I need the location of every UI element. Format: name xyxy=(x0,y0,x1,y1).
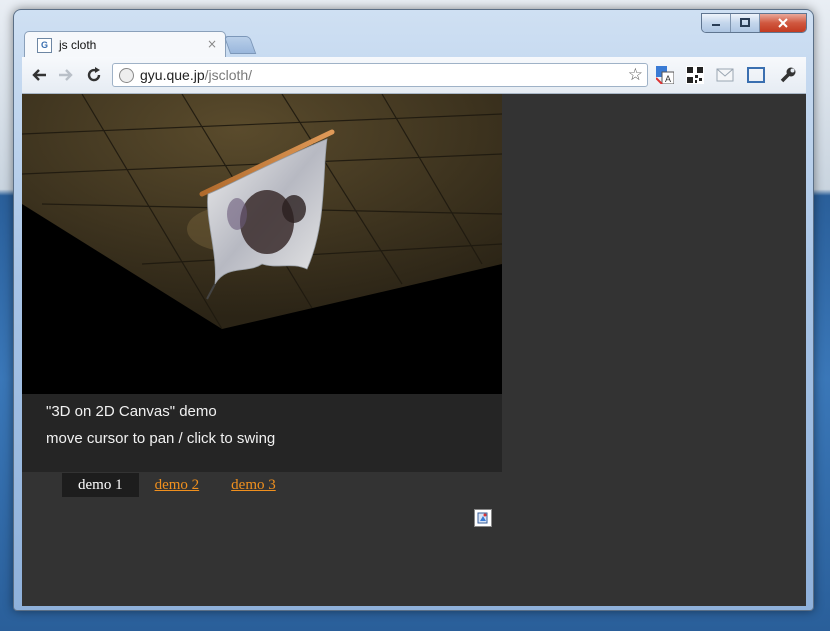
back-button[interactable] xyxy=(28,64,50,86)
window-controls xyxy=(701,13,807,33)
tab-close-button[interactable]: × xyxy=(207,37,217,51)
browser-window: G js cloth × gyu.que.jp/jscloth/ ☆ A "3D… xyxy=(13,9,814,611)
svg-text:A: A xyxy=(665,74,671,84)
caption-title: "3D on 2D Canvas" demo xyxy=(46,403,217,420)
url-text: gyu.que.jp/jscloth/ xyxy=(140,67,253,83)
cloth-canvas[interactable] xyxy=(22,94,502,394)
close-window-button[interactable] xyxy=(760,14,806,32)
broken-image-icon xyxy=(474,509,492,527)
star-icon[interactable]: ☆ xyxy=(628,65,643,85)
browser-tab[interactable]: G js cloth × xyxy=(24,31,226,58)
fullscreen-icon[interactable] xyxy=(747,66,765,84)
maximize-button[interactable] xyxy=(731,14,760,32)
cloth-scene-render xyxy=(22,94,502,330)
minimize-button[interactable] xyxy=(702,14,731,32)
demo-tab-1[interactable]: demo 1 xyxy=(62,473,139,497)
mail-icon[interactable] xyxy=(716,66,734,84)
translate-icon[interactable]: A xyxy=(656,66,674,84)
browser-toolbar: gyu.que.jp/jscloth/ ☆ A xyxy=(22,57,806,94)
globe-icon xyxy=(119,67,134,83)
wrench-icon[interactable] xyxy=(779,66,797,84)
demo-tab-2[interactable]: demo 2 xyxy=(139,473,216,497)
maximize-icon xyxy=(740,18,750,27)
forward-button[interactable] xyxy=(55,64,77,86)
qr-code-icon[interactable] xyxy=(686,66,704,84)
minimize-icon xyxy=(712,24,720,26)
tab-title: js cloth xyxy=(59,38,97,52)
reload-button[interactable] xyxy=(83,64,105,86)
demo-tabs: demo 1 demo 2 demo 3 xyxy=(62,473,292,497)
favicon-icon: G xyxy=(37,37,52,53)
reload-icon xyxy=(87,67,101,82)
forward-arrow-icon xyxy=(59,69,73,81)
demo-caption: "3D on 2D Canvas" demo move cursor to pa… xyxy=(22,394,502,472)
demo-tab-3[interactable]: demo 3 xyxy=(215,473,292,497)
page-content: "3D on 2D Canvas" demo move cursor to pa… xyxy=(22,94,806,606)
new-tab-button[interactable] xyxy=(223,36,257,54)
back-arrow-icon xyxy=(32,69,46,81)
address-bar[interactable]: gyu.que.jp/jscloth/ ☆ xyxy=(112,63,648,87)
caption-instructions: move cursor to pan / click to swing xyxy=(46,430,276,447)
close-icon xyxy=(778,18,788,28)
